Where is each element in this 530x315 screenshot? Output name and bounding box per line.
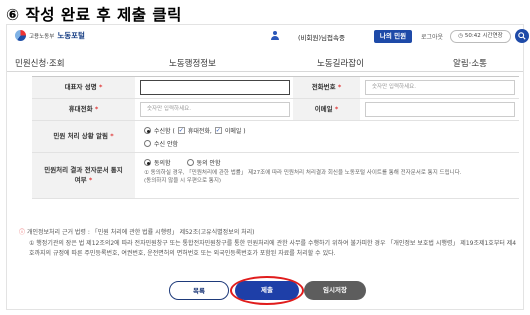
nav-item-admin-info[interactable]: 노동행정정보 bbox=[169, 57, 216, 69]
phone-label: 전화번호 * bbox=[293, 77, 360, 98]
mobile-label: 휴대전화 * bbox=[32, 99, 135, 120]
ministry-logo-icon bbox=[15, 30, 26, 41]
user-icon bbox=[271, 31, 279, 40]
portal-window: 고용노동부 노동포털 (비회원)님접속중 나의 민원 로그아웃 ◷ 50:42 … bbox=[6, 24, 529, 310]
alert-option-decline[interactable]: 수신 안함 bbox=[144, 139, 178, 148]
consent-yes-label[interactable]: 동의함 bbox=[154, 158, 171, 167]
email-label: 이메일 * bbox=[293, 99, 360, 120]
privacy-notice: ⓘ 개인정보처리 근거 법령 : 「민원 처리에 관한 법률 시행령」 제52조… bbox=[19, 229, 517, 257]
main-nav: 민원신청·조회 노동행정정보 노동길라잡이 알림·소통 bbox=[7, 54, 523, 72]
header: 고용노동부 노동포털 (비회원)님접속중 나의 민원 로그아웃 ◷ 50:42 … bbox=[7, 25, 529, 49]
consent-options: 동의함 동의 안함 bbox=[144, 158, 221, 167]
alert-receive-radio[interactable] bbox=[144, 127, 151, 134]
alert-decline-radio[interactable] bbox=[144, 140, 151, 147]
form-row-mobile-email: 휴대전화 * 숫자만 입력하세요. 이메일 * bbox=[32, 99, 519, 121]
user-status: (비회원)님접속중 bbox=[298, 34, 345, 42]
session-timer-button[interactable]: ◷ 50:42 시간연장 bbox=[450, 30, 511, 43]
logo-portal-text: 노동포털 bbox=[57, 31, 85, 40]
session-timer-text: 50:42 시간연장 bbox=[464, 33, 503, 39]
form-row-alert: 민원 처리 상황 알림 * 수신함 ( ✓ 휴대전화, ✓ 이메일 ) 수신 안… bbox=[32, 121, 519, 153]
rep-name-input[interactable] bbox=[140, 80, 290, 95]
alert-mobile-checkbox[interactable]: ✓ bbox=[177, 127, 185, 134]
step-title: ⑥ 작성 완료 후 제출 클릭 bbox=[6, 6, 182, 24]
consent-note: ① 동의하실 경우, 「민원처리에 관한 법률」 제27조에 따라 민원처리 처… bbox=[144, 170, 462, 185]
my-petitions-button[interactable]: 나의 민원 bbox=[374, 30, 412, 43]
portal-logo[interactable]: 고용노동부 노동포털 bbox=[15, 30, 85, 41]
rep-name-label: 대표자 성명 * bbox=[32, 77, 135, 98]
consent-label: 민원처리 결과 전자문서 통지 여부 * bbox=[32, 153, 135, 198]
nav-item-guide[interactable]: 노동길라잡이 bbox=[317, 57, 364, 69]
email-input[interactable] bbox=[365, 102, 515, 117]
clock-icon: ◷ bbox=[458, 33, 464, 39]
nav-item-petition[interactable]: 민원신청·조회 bbox=[15, 57, 65, 69]
petition-form: 대표자 성명 * 전화번호 * 숫자만 입력하세요. 휴대전화 * 숫자만 입력… bbox=[32, 76, 519, 199]
logout-link[interactable]: 로그아웃 bbox=[421, 32, 443, 41]
alert-email-checkbox[interactable]: ✓ bbox=[214, 127, 222, 134]
form-row-consent: 민원처리 결과 전자문서 통지 여부 * 동의함 동의 안함 ① 동의하실 경우,… bbox=[32, 153, 519, 199]
consent-yes-radio[interactable] bbox=[144, 159, 151, 166]
phone-input[interactable]: 숫자만 입력하세요. bbox=[365, 80, 515, 95]
submit-highlight-circle bbox=[230, 276, 304, 305]
alert-option-receive[interactable]: 수신함 ( ✓ 휴대전화, ✓ 이메일 ) bbox=[144, 126, 246, 135]
form-row-name-phone: 대표자 성명 * 전화번호 * 숫자만 입력하세요. bbox=[32, 77, 519, 99]
list-button[interactable]: 목록 bbox=[169, 281, 229, 300]
nav-item-notice[interactable]: 알림·소통 bbox=[453, 57, 487, 69]
alert-label: 민원 처리 상황 알림 * bbox=[32, 121, 135, 152]
consent-no-label[interactable]: 동의 안함 bbox=[197, 158, 221, 167]
temp-save-button[interactable]: 임시저장 bbox=[304, 281, 366, 300]
mobile-input[interactable]: 숫자만 입력하세요. bbox=[140, 102, 290, 117]
warning-icon: ⓘ bbox=[19, 229, 26, 236]
consent-no-radio[interactable] bbox=[186, 159, 194, 166]
search-button[interactable] bbox=[515, 29, 529, 43]
logo-ministry-text: 고용노동부 bbox=[29, 33, 55, 40]
search-icon bbox=[518, 32, 526, 40]
